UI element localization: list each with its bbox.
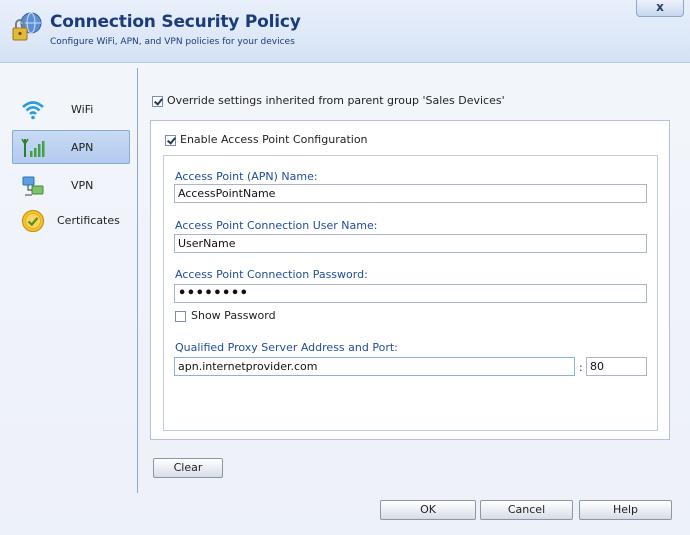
clear-button[interactable]: Clear: [153, 458, 223, 478]
sidebar-divider: [137, 68, 138, 493]
password-input[interactable]: ••••••••: [174, 284, 647, 303]
ok-button[interactable]: OK: [380, 500, 476, 520]
close-button[interactable]: x: [636, 0, 684, 17]
cancel-button[interactable]: Cancel: [480, 500, 573, 520]
port-separator: :: [579, 361, 583, 374]
proxy-label: Qualified Proxy Server Address and Port:: [175, 341, 398, 354]
proxy-port-input[interactable]: 80: [586, 357, 647, 376]
show-password-label: Show Password: [191, 309, 276, 322]
user-name-label: Access Point Connection User Name:: [175, 219, 378, 232]
sidebar-item-wifi[interactable]: WiFi: [12, 92, 130, 126]
help-button[interactable]: Help: [579, 500, 672, 520]
user-name-input[interactable]: UserName: [174, 234, 647, 253]
sidebar-item-label: VPN: [71, 179, 94, 192]
wifi-icon: [22, 101, 44, 120]
vpn-icon: [22, 176, 44, 196]
sidebar-item-label: APN: [71, 141, 94, 154]
sidebar-item-vpn[interactable]: VPN: [12, 168, 130, 202]
password-label: Access Point Connection Password:: [175, 268, 368, 281]
proxy-address-input[interactable]: apn.internetprovider.com: [174, 357, 575, 376]
apn-name-input[interactable]: AccessPointName: [174, 184, 647, 203]
dialog-header: Connection Security Policy Configure WiF…: [0, 0, 690, 63]
dialog-window: Connection Security Policy Configure WiF…: [0, 0, 690, 535]
enable-apn-label: Enable Access Point Configuration: [180, 133, 368, 146]
sidebar-item-label: WiFi: [71, 103, 94, 116]
sidebar-item-certificates[interactable]: Certificates: [12, 203, 130, 237]
sidebar-item-apn[interactable]: APN: [12, 130, 130, 164]
signal-bars-icon: [21, 138, 45, 157]
certificate-icon: [21, 209, 45, 233]
dialog-subtitle: Configure WiFi, APN, and VPN policies fo…: [50, 37, 295, 47]
override-label: Override settings inherited from parent …: [167, 94, 505, 107]
security-policy-icon: [12, 12, 42, 41]
sidebar-item-label: Certificates: [57, 214, 120, 227]
show-password-checkbox[interactable]: [175, 311, 186, 322]
override-checkbox[interactable]: [152, 96, 163, 107]
dialog-title: Connection Security Policy: [50, 12, 301, 32]
apn-name-label: Access Point (APN) Name:: [175, 170, 318, 183]
close-icon: x: [656, 0, 664, 14]
enable-apn-checkbox[interactable]: [165, 135, 176, 146]
